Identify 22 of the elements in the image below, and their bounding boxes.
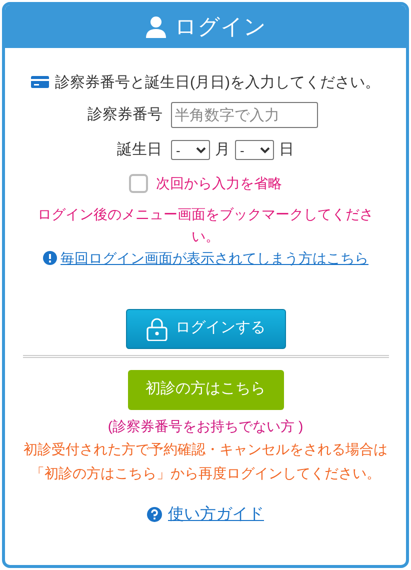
day-select[interactable]: - <box>235 140 274 160</box>
instruction-text: 診察券番号と誕生日(月日)を入力してください。 <box>55 73 380 93</box>
guide-link[interactable]: 使い方ガイド <box>168 502 264 526</box>
birthday-label: 誕生日 <box>117 140 162 160</box>
help-link[interactable]: 毎回ログイン画面が表示されてしまう方はこちら <box>60 248 368 268</box>
remember-checkbox[interactable] <box>129 174 148 192</box>
bookmark-note: ログイン後のメニュー画面をブックマークしてください。 <box>36 204 374 246</box>
header-title: ログイン <box>174 13 266 41</box>
month-unit: 月 <box>215 140 230 160</box>
month-select[interactable]: - <box>171 140 210 160</box>
day-unit: 日 <box>279 140 294 160</box>
padlock-icon <box>146 316 168 340</box>
first-visit-note: (診察券番号をお持ちでない方 ) <box>108 416 304 436</box>
first-visit-info: 初診受付された方で予約確認・キャンセルをされる場合は「初診の方はこちら」から再度ログインしてください。 <box>22 440 388 482</box>
alert-icon <box>42 251 56 265</box>
user-icon <box>144 16 166 38</box>
card-icon <box>31 76 49 88</box>
login-button[interactable]: ログインする <box>126 308 286 348</box>
help-icon <box>147 507 162 522</box>
card-number-label: 診察券番号 <box>88 104 162 125</box>
card-number-field[interactable]: 半角数字で入力 <box>170 102 318 128</box>
remember-label: 次回から入力を省略 <box>156 174 282 192</box>
